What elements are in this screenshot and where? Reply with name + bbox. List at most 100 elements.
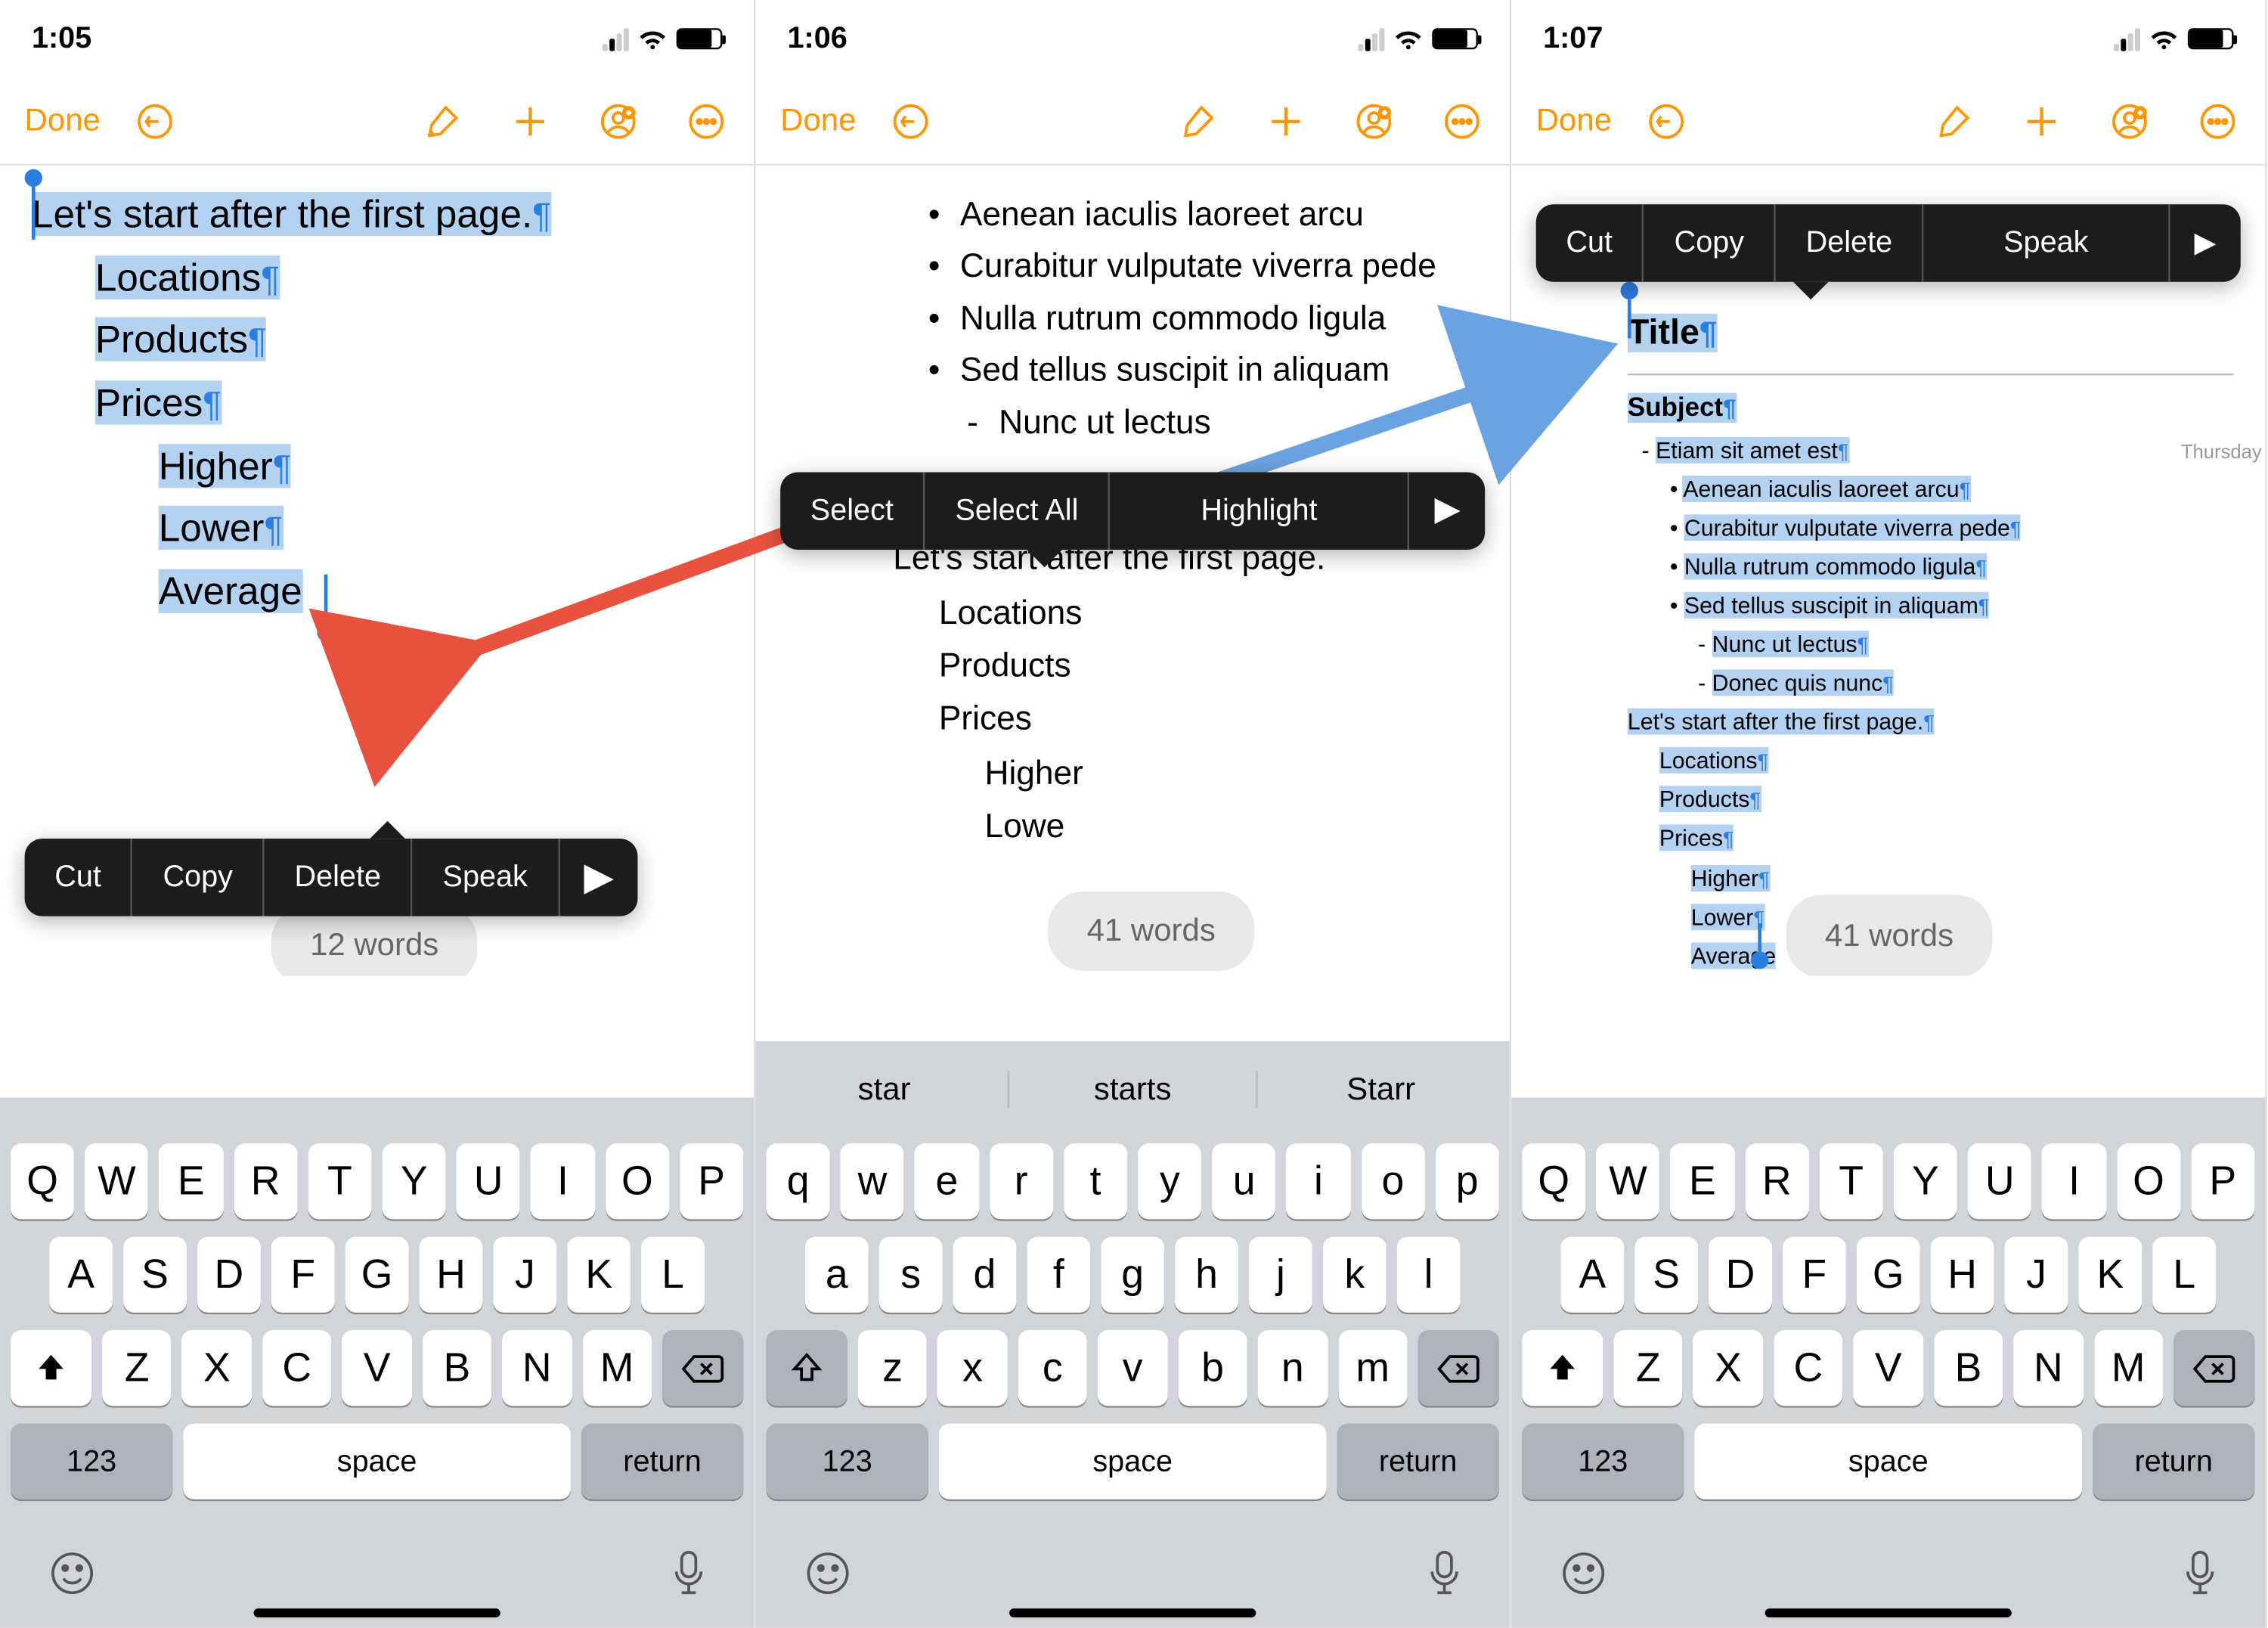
text-line[interactable]: Prices xyxy=(939,695,1478,749)
key-b[interactable]: b xyxy=(1178,1330,1247,1406)
undo-icon[interactable] xyxy=(888,98,934,144)
text-line[interactable]: Prices¶ xyxy=(1659,825,1734,851)
key-a[interactable]: A xyxy=(1560,1237,1624,1313)
dash-item[interactable]: Donec quis nunc¶ xyxy=(1712,670,1894,696)
key-m[interactable]: m xyxy=(1338,1330,1408,1406)
key-b[interactable]: B xyxy=(1934,1330,2003,1406)
home-indicator[interactable] xyxy=(1009,1608,1256,1617)
speak-button[interactable]: Speak xyxy=(1924,204,2170,282)
backspace-key[interactable] xyxy=(2174,1330,2254,1406)
key-m[interactable]: M xyxy=(2093,1330,2163,1406)
done-button[interactable]: Done xyxy=(780,102,856,139)
text-line[interactable]: Prices¶ xyxy=(95,380,222,424)
key-y[interactable]: Y xyxy=(1894,1143,1957,1219)
document-area[interactable]: Let's start after the first page.¶ Locat… xyxy=(0,166,754,976)
bullet-item[interactable]: Nulla rutrum commodo ligula¶ xyxy=(1684,553,1987,579)
text-line[interactable]: Higher¶ xyxy=(159,443,292,487)
key-h[interactable]: H xyxy=(1931,1237,1994,1313)
key-i[interactable]: I xyxy=(2042,1143,2105,1219)
brush-icon[interactable] xyxy=(1931,98,1977,144)
key-c[interactable]: C xyxy=(1774,1330,1843,1406)
plus-icon[interactable] xyxy=(2019,98,2065,144)
key-p[interactable]: P xyxy=(680,1143,743,1219)
text-line[interactable]: Locations xyxy=(939,588,1478,641)
key-e[interactable]: E xyxy=(160,1143,223,1219)
key-o[interactable]: O xyxy=(2117,1143,2180,1219)
key-z[interactable]: Z xyxy=(102,1330,172,1406)
key-p[interactable]: P xyxy=(2191,1143,2254,1219)
undo-icon[interactable] xyxy=(1644,98,1690,144)
key-s[interactable]: s xyxy=(879,1237,943,1313)
home-indicator[interactable] xyxy=(1765,1608,2012,1617)
key-l[interactable]: L xyxy=(641,1237,705,1313)
key-t[interactable]: T xyxy=(308,1143,371,1219)
key-h[interactable]: h xyxy=(1175,1237,1238,1313)
key-y[interactable]: y xyxy=(1138,1143,1201,1219)
dash-item[interactable]: Nunc ut lectus¶ xyxy=(1712,631,1869,657)
collab-icon[interactable] xyxy=(596,98,642,144)
bullet-item[interactable]: Curabitur vulputate viverra pede¶ xyxy=(1684,514,2022,541)
suggestion[interactable]: Starr xyxy=(1258,1070,1504,1107)
suggestion[interactable]: star xyxy=(761,1070,1010,1107)
text-line[interactable]: Let's start after the first page.¶ xyxy=(32,192,551,236)
title[interactable]: Title¶ xyxy=(1628,314,1717,352)
key-k[interactable]: K xyxy=(567,1237,631,1313)
shift-key[interactable] xyxy=(11,1330,91,1406)
key-g[interactable]: G xyxy=(1857,1237,1920,1313)
delete-button[interactable]: Delete xyxy=(1776,204,1924,282)
copy-button[interactable]: Copy xyxy=(133,839,265,916)
subject[interactable]: Subject¶ xyxy=(1628,393,1737,423)
shift-key[interactable] xyxy=(1522,1330,1603,1406)
select-all-button[interactable]: Select All xyxy=(925,472,1111,550)
emoji-icon[interactable] xyxy=(803,1549,852,1607)
plus-icon[interactable] xyxy=(1263,98,1309,144)
suggestion[interactable]: starts xyxy=(1009,1070,1258,1107)
key-i[interactable]: i xyxy=(1287,1143,1350,1219)
key-n[interactable]: n xyxy=(1258,1330,1328,1406)
collab-icon[interactable] xyxy=(1351,98,1397,144)
document-area[interactable]: Thursday Title¶ Subject¶ - Etiam sit ame… xyxy=(1511,166,2265,976)
text-line[interactable]: Average xyxy=(159,569,302,613)
key-k[interactable]: K xyxy=(2078,1237,2142,1313)
delete-button[interactable]: Delete xyxy=(265,839,413,916)
text-line[interactable]: Products¶ xyxy=(1659,786,1761,813)
key-q[interactable]: q xyxy=(767,1143,830,1219)
plus-icon[interactable] xyxy=(507,98,553,144)
return-key[interactable]: return xyxy=(2093,1424,2254,1499)
key-w[interactable]: W xyxy=(1596,1143,1659,1219)
key-u[interactable]: U xyxy=(457,1143,520,1219)
key-k[interactable]: k xyxy=(1323,1237,1387,1313)
copy-button[interactable]: Copy xyxy=(1644,204,1776,282)
key-z[interactable]: Z xyxy=(1613,1330,1683,1406)
key-x[interactable]: x xyxy=(938,1330,1008,1406)
key-g[interactable]: G xyxy=(345,1237,409,1313)
numbers-key[interactable]: 123 xyxy=(1522,1424,1684,1499)
key-h[interactable]: H xyxy=(420,1237,483,1313)
more-icon[interactable] xyxy=(1439,98,1486,144)
key-x[interactable]: X xyxy=(1693,1330,1763,1406)
key-p[interactable]: p xyxy=(1436,1143,1499,1219)
text-line[interactable]: Lower¶ xyxy=(159,507,283,550)
key-q[interactable]: Q xyxy=(1522,1143,1585,1219)
key-n[interactable]: N xyxy=(2013,1330,2083,1406)
key-s[interactable]: S xyxy=(123,1237,187,1313)
speak-button[interactable]: Speak xyxy=(413,839,559,916)
key-d[interactable]: D xyxy=(197,1237,261,1313)
key-w[interactable]: w xyxy=(841,1143,904,1219)
key-v[interactable]: V xyxy=(342,1330,412,1406)
text-line[interactable]: Higher xyxy=(984,749,1477,802)
dash-item[interactable]: Etiam sit amet est¶ xyxy=(1656,436,1848,463)
key-c[interactable]: c xyxy=(1018,1330,1087,1406)
bullet-item[interactable]: Aenean iaculis laoreet arcu¶ xyxy=(1683,475,1970,501)
return-key[interactable]: return xyxy=(1337,1424,1498,1499)
brush-icon[interactable] xyxy=(420,98,466,144)
key-x[interactable]: X xyxy=(182,1330,252,1406)
more-arrow-icon[interactable]: ▶ xyxy=(559,846,639,908)
text-line[interactable]: Products¶ xyxy=(95,318,267,361)
key-f[interactable]: F xyxy=(1783,1237,1846,1313)
more-arrow-icon[interactable]: ▶ xyxy=(1410,484,1485,538)
text-line[interactable]: Locations¶ xyxy=(1659,748,1768,774)
key-v[interactable]: v xyxy=(1098,1330,1167,1406)
numbers-key[interactable]: 123 xyxy=(11,1424,172,1499)
key-r[interactable]: R xyxy=(1745,1143,1808,1219)
